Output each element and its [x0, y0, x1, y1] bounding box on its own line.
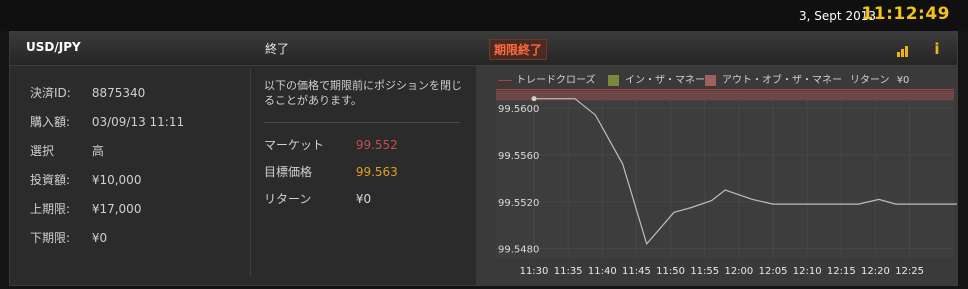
legend-trade-close: トレードクローズ [498, 71, 596, 86]
legend-return: リターン ¥0 [850, 71, 909, 86]
price-chart: トレードクローズ イン・ザ・マネー アウト・オブ・ザ・マネー リターン ¥0 9… [476, 66, 957, 285]
market-value: 99.552 [355, 138, 398, 152]
return-row: リターン ¥0 [264, 190, 371, 207]
trade-close-line-icon [498, 79, 512, 81]
detail-row: 投資額: ¥10,000 [30, 171, 141, 188]
x-tick-label: 12:10 [793, 266, 822, 277]
detail-value: 03/09/13 11:11 [91, 115, 185, 129]
trade-header[interactable]: USD/JPY 終了 期限終了 i [10, 32, 957, 66]
detail-value: ¥10,000 [91, 173, 142, 187]
x-tick-label: 12:05 [759, 266, 788, 277]
target-row: 目標価格 99.563 [264, 163, 398, 180]
y-tick-label: 99.5560 [498, 151, 539, 162]
chart-legend: トレードクローズ イン・ザ・マネー アウト・オブ・ザ・マネー リターン ¥0 [476, 66, 957, 88]
x-tick-label: 12:00 [724, 266, 753, 277]
trade-status: 終了 [265, 42, 290, 56]
top-bar: 3, Sept 2013 11:12:49 [0, 0, 968, 31]
return-label: リターン [264, 192, 312, 206]
x-tick-label: 12:15 [827, 266, 856, 277]
detail-label: 選択 [30, 144, 55, 158]
y-tick-label: 99.5600 [498, 104, 539, 115]
trade-details: 決済ID: 8875340 購入額: 03/09/13 11:11 選択 高 投… [10, 66, 250, 286]
target-value: 99.563 [355, 165, 398, 179]
trade-panel: USD/JPY 終了 期限終了 i 決済ID: 8875340 購入額: 03/… [9, 31, 958, 286]
plot-area [496, 94, 954, 258]
chart-plot: 99.5600 99.5560 99.5520 99.5480 11:30 11:35 1… [496, 88, 957, 277]
detail-value: 8875340 [91, 86, 146, 100]
detail-value: ¥17,000 [91, 202, 142, 216]
market-row: マーケット 99.552 [264, 136, 398, 153]
return-value: ¥0 [355, 192, 372, 206]
legend-return-value: ¥0 [896, 75, 910, 86]
detail-row: 購入額: 03/09/13 11:11 [30, 113, 184, 130]
x-tick-label: 11:40 [588, 266, 617, 277]
x-tick-label: 11:45 [622, 266, 651, 277]
separator [264, 122, 460, 123]
legend-trade-close-label: トレードクローズ [516, 75, 596, 86]
expired-badge: 期限終了 [489, 39, 548, 60]
target-label: 目標価格 [264, 165, 313, 179]
early-close-note: 以下の価格で期限前にポジションを閉じることがあります。 [264, 79, 462, 107]
detail-label: 購入額: [30, 115, 71, 129]
price-info: 以下の価格で期限前にポジションを閉じることがあります。 マーケット 99.552… [264, 66, 474, 286]
legend-in-the-money: イン・ザ・マネー [608, 71, 705, 86]
detail-row: 下期限: ¥0 [30, 229, 107, 246]
detail-value: 高 [91, 144, 104, 158]
detail-row: 選択 高 [30, 142, 104, 159]
signal-bars-icon[interactable] [896, 41, 912, 57]
detail-label: 上期限: [30, 202, 71, 216]
x-tick-label: 11:55 [690, 266, 719, 277]
x-tick-label: 12:25 [895, 266, 924, 277]
currency-pair: USD/JPY [26, 40, 81, 54]
x-tick-label: 11:50 [656, 266, 685, 277]
x-tick-label: 11:30 [520, 266, 549, 277]
legend-return-label: リターン [850, 75, 890, 86]
legend-in-money-label: イン・ザ・マネー [625, 75, 705, 86]
legend-out-of-the-money: アウト・オブ・ザ・マネー [705, 71, 842, 86]
current-time: 11:12:49 [861, 4, 950, 24]
detail-value: ¥0 [91, 231, 108, 245]
legend-out-money-label: アウト・オブ・ザ・マネー [722, 75, 842, 86]
detail-label: 下期限: [30, 231, 71, 245]
x-tick-label: 12:20 [861, 266, 890, 277]
y-tick-label: 99.5520 [498, 198, 539, 209]
detail-row: 上期限: ¥17,000 [30, 200, 141, 217]
detail-label: 決済ID: [30, 86, 71, 100]
column-divider [250, 69, 251, 277]
y-tick-label: 99.5480 [498, 245, 539, 256]
in-money-swatch [608, 74, 619, 86]
detail-label: 投資額: [30, 173, 71, 187]
detail-row: 決済ID: 8875340 [30, 84, 145, 101]
out-money-swatch [705, 74, 716, 86]
info-icon[interactable]: i [929, 41, 945, 57]
market-label: マーケット [264, 138, 325, 152]
entry-point-marker [531, 96, 537, 102]
x-tick-label: 11:35 [554, 266, 583, 277]
